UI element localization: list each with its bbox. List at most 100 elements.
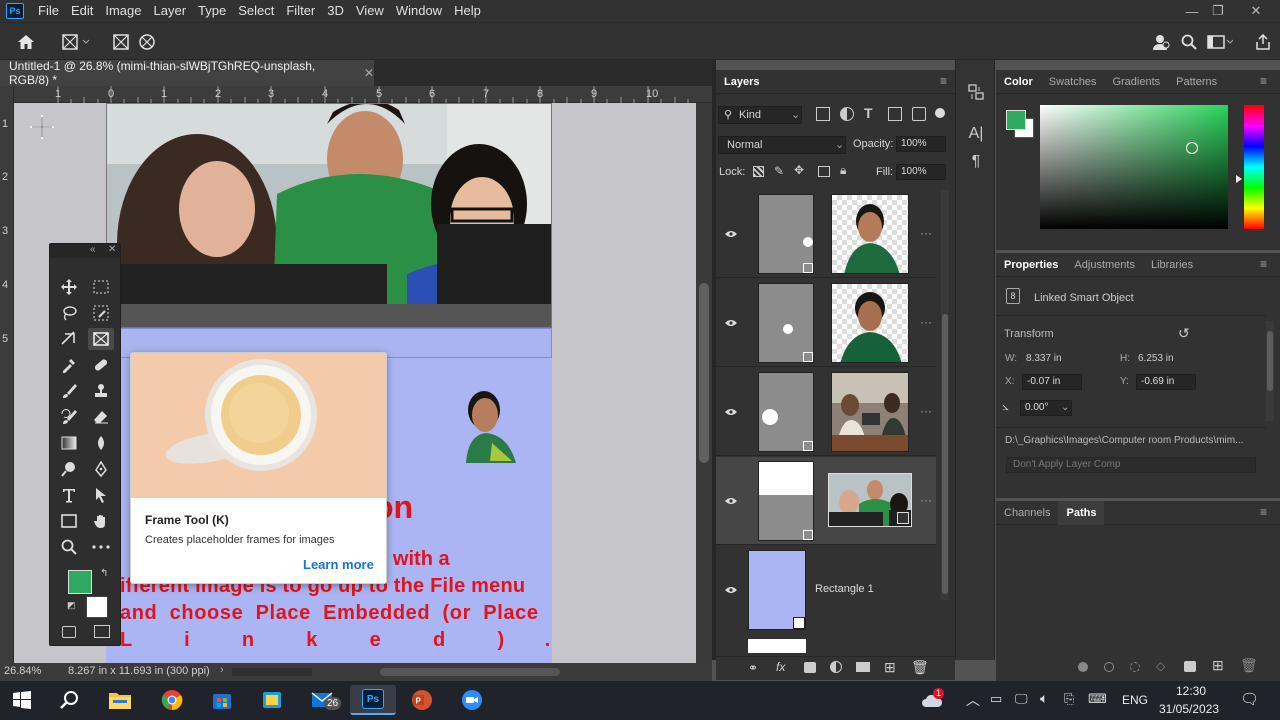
h-scroll-track[interactable] [232,668,312,676]
eyedropper-tool-icon[interactable] [56,354,82,376]
layer-thumbnail-partial[interactable] [748,639,806,653]
hue-slider[interactable] [1236,105,1264,229]
zoom-level[interactable]: 26.84% [4,665,41,677]
more-icon[interactable]: ··· [920,493,932,507]
close-tab-icon[interactable]: ✕ [364,66,374,80]
rectangle-tool-icon[interactable] [56,510,82,532]
object-selection-tool-icon[interactable] [88,302,114,324]
new-group-icon[interactable] [856,662,870,672]
lock-move-icon[interactable]: ✥ [794,163,804,177]
collapse-icon[interactable]: « [90,244,96,255]
paragraph-panel-icon[interactable]: ¶ [964,150,988,174]
visibility-eye-icon[interactable] [725,279,737,367]
fx-icon[interactable]: fx [776,660,785,674]
tab-properties[interactable]: Properties [996,253,1066,277]
character-panel-icon[interactable]: A| [964,122,988,146]
zoom-tool-icon[interactable] [56,536,82,558]
visibility-eye-icon[interactable] [725,457,737,545]
tab-color[interactable]: Color [996,70,1041,94]
move-tool-icon[interactable] [56,276,82,298]
more-icon[interactable]: ··· [920,404,932,418]
x-field[interactable]: -0.07 in [1022,374,1082,390]
share-icon[interactable] [1252,31,1274,53]
more-icon[interactable]: ··· [920,226,932,240]
crop-tool-icon[interactable] [56,328,82,350]
smart-object-filter-icon[interactable] [912,107,926,121]
history-brush-tool-icon[interactable] [56,406,82,428]
hue-slider-arrow[interactable] [1236,175,1242,183]
hand-tool-icon[interactable] [88,510,114,532]
frame-mask-thumbnail[interactable] [758,283,814,363]
layers-scroll-thumb[interactable] [942,314,948,594]
tools-panel-header[interactable]: « ✕ [50,244,120,258]
panel-menu-icon[interactable]: ≡ [1260,74,1267,88]
document-info[interactable]: 8.267 in x 11.693 in (300 ppi) [68,665,210,677]
menu-image[interactable]: Image [99,0,147,22]
color-field[interactable] [1040,105,1228,229]
link-layers-icon[interactable]: ⚭ [748,661,758,675]
search-icon[interactable] [1178,31,1200,53]
language-indicator[interactable]: ENG [1122,693,1148,707]
adjustment-layer-icon[interactable] [830,661,842,673]
more-tools-icon[interactable] [88,536,114,558]
vertical-scrollbar[interactable] [696,103,712,663]
visibility-eye-icon[interactable] [725,190,737,278]
layer-filter-dropdown[interactable]: Kind ⚲ ⌄ [718,106,802,124]
search-icon[interactable] [54,685,86,715]
new-path-icon[interactable]: ⊞ [1212,657,1224,674]
frame-tool-icon[interactable] [88,328,114,350]
load-selection-icon[interactable] [1130,662,1140,672]
file-explorer-icon[interactable] [104,685,136,715]
pen-tool-icon[interactable] [88,458,114,480]
keyboard-icon[interactable]: ⌨︎ [1088,691,1107,707]
lock-transparent-icon[interactable] [753,166,764,177]
layer-row[interactable]: ··· [716,279,936,367]
marquee-tool-icon[interactable] [88,276,114,298]
make-work-path-icon[interactable]: ◇ [1156,659,1165,673]
learn-more-link[interactable]: Learn more [303,557,374,572]
gradient-tool-icon[interactable] [56,432,82,454]
office-photo[interactable] [106,103,552,328]
menu-3d[interactable]: 3D [321,0,350,22]
type-filter-icon[interactable]: T [864,105,873,121]
document-tab[interactable]: Untitled-1 @ 26.8% (mimi-thian-slWBjTGhR… [0,59,374,87]
menu-view[interactable]: View [350,0,390,22]
y-field[interactable]: -0.69 in [1136,374,1196,390]
store-icon[interactable] [206,685,238,715]
menu-select[interactable]: Select [232,0,280,22]
menu-file[interactable]: File [32,0,65,22]
clock-time[interactable]: 12:30 [1176,684,1206,698]
swap-colors-icon[interactable]: ↰ [100,568,108,579]
frame-preset-icon[interactable] [58,31,94,53]
player-layer-thumbnail[interactable] [831,283,909,363]
tab-patterns[interactable]: Patterns [1168,70,1225,94]
restore-icon[interactable]: ❐ [1202,0,1234,22]
visibility-eye-icon[interactable] [725,368,737,456]
elliptical-frame-icon[interactable] [136,31,158,53]
blur-tool-icon[interactable] [88,432,114,454]
filter-toggle-icon[interactable] [935,108,945,118]
tab-libraries[interactable]: Libraries [1143,253,1201,277]
player-cutout-image[interactable] [462,388,522,463]
quick-mask-icon[interactable] [62,626,76,638]
layer-row[interactable]: ··· [716,190,936,278]
scroll-thumb[interactable] [699,283,709,463]
display-icon[interactable]: 🖵︎ [1015,691,1028,707]
angle-field[interactable]: 0.00° ⌄ [1020,400,1072,416]
action-center-icon[interactable]: 🗨︎ [1240,690,1259,708]
menu-filter[interactable]: Filter [280,0,321,22]
home-icon[interactable] [14,31,38,53]
menu-help[interactable]: Help [448,0,487,22]
frame-mask-thumbnail[interactable] [758,372,814,452]
eraser-tool-icon[interactable] [88,406,114,428]
pixel-filter-icon[interactable] [816,107,830,121]
meet-icon[interactable]: ⎘ [1064,691,1074,707]
dodge-tool-icon[interactable] [56,458,82,480]
more-icon[interactable]: ··· [920,315,932,329]
layer-row-selected[interactable]: ··· [716,457,936,545]
h-scroll-thumb[interactable] [380,668,560,676]
color-picker-handle[interactable] [1186,142,1198,154]
share-user-icon[interactable] [1150,31,1172,53]
menu-edit[interactable]: Edit [65,0,99,22]
stroke-path-icon[interactable] [1104,662,1114,672]
